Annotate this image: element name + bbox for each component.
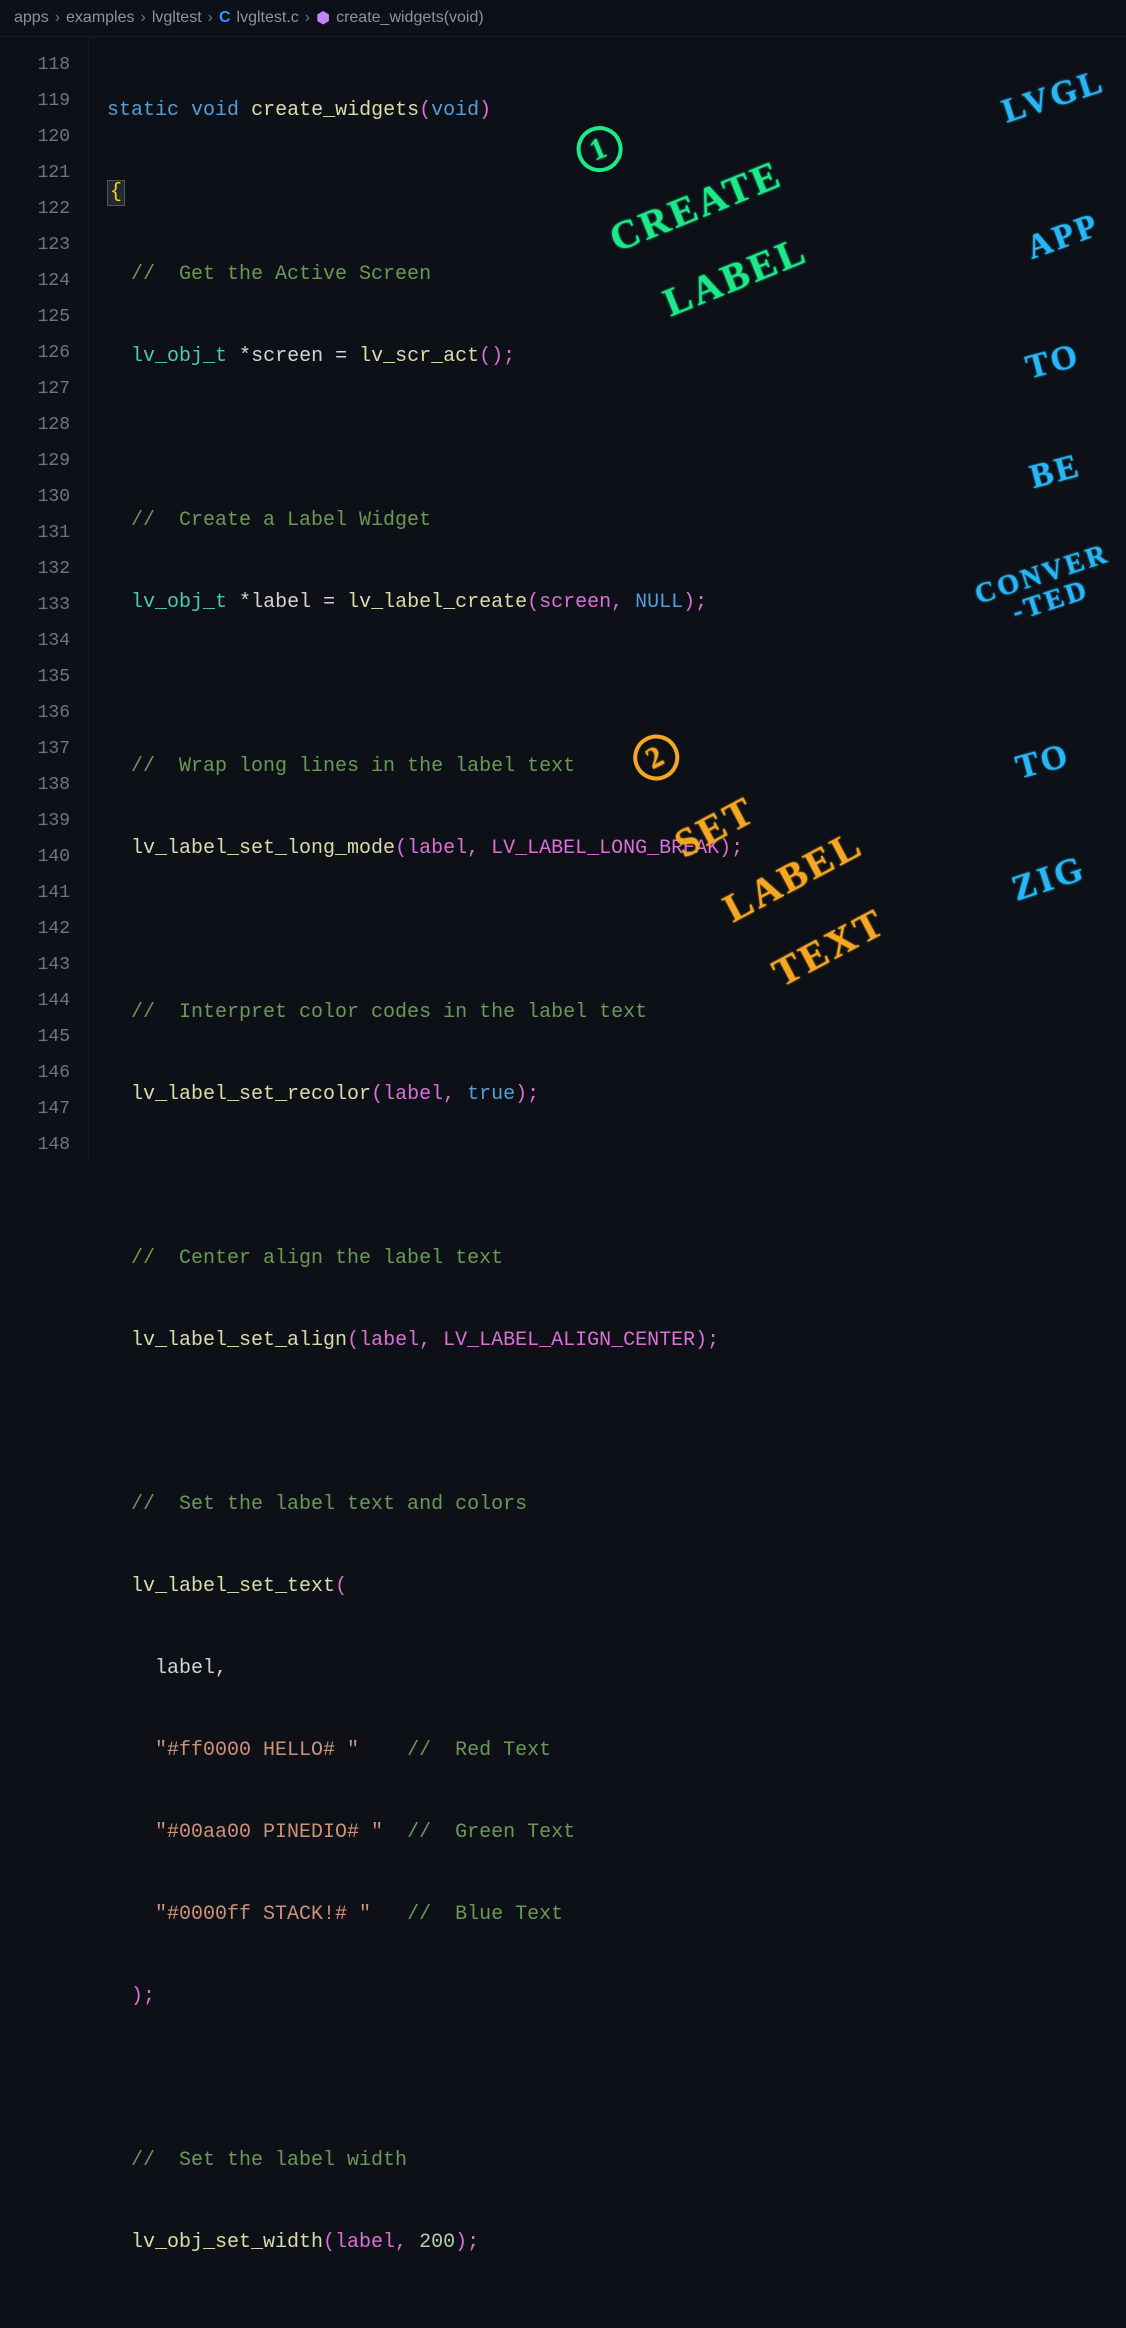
- line-number: 119: [0, 83, 88, 119]
- comment: // Center align the label text: [131, 1247, 503, 1270]
- line-number: 131: [0, 515, 88, 551]
- args: (label, LV_LABEL_LONG_BREAK);: [395, 837, 743, 860]
- identifier: screen: [251, 345, 323, 368]
- code-content[interactable]: static void create_widgets(void) { // Ge…: [88, 37, 1126, 1163]
- line-number: 140: [0, 839, 88, 875]
- code-editor[interactable]: 118 119 120 121 122 123 124 125 126 127 …: [0, 37, 1126, 1163]
- keyword: static: [107, 99, 179, 122]
- function-call: lv_obj_set_width: [131, 2231, 323, 2254]
- chevron-icon: ›: [208, 9, 213, 27]
- line-number: 135: [0, 659, 88, 695]
- number: 200: [419, 2231, 455, 2254]
- operator: =: [311, 591, 347, 614]
- breadcrumb-seg[interactable]: apps: [14, 9, 49, 27]
- comment: // Get the Active Screen: [131, 263, 431, 286]
- c-file-icon: C: [219, 9, 231, 27]
- line-number: 130: [0, 479, 88, 515]
- line-number: 121: [0, 155, 88, 191]
- args: (screen,: [527, 591, 635, 614]
- line-number: 123: [0, 227, 88, 263]
- line-number: 132: [0, 551, 88, 587]
- line-number-gutter: 118 119 120 121 122 123 124 125 126 127 …: [0, 37, 88, 1163]
- constant: NULL: [635, 591, 683, 614]
- line-number: 125: [0, 299, 88, 335]
- line-number: 126: [0, 335, 88, 371]
- breadcrumb-seg[interactable]: examples: [66, 9, 134, 27]
- comment: // Green Text: [407, 1821, 575, 1844]
- string: "#00aa00 PINEDIO# ": [155, 1821, 383, 1844]
- keyword: void: [431, 99, 479, 122]
- paren: ();: [479, 345, 515, 368]
- line-number: 145: [0, 1019, 88, 1055]
- paren: (: [335, 1575, 347, 1598]
- comment: // Set the label width: [131, 2149, 407, 2172]
- line-number: 129: [0, 443, 88, 479]
- breadcrumb-symbol[interactable]: create_widgets(void): [336, 9, 484, 27]
- args: (label,: [371, 1083, 467, 1106]
- line-number: 147: [0, 1091, 88, 1127]
- function-call: lv_label_set_text: [131, 1575, 335, 1598]
- line-number: 144: [0, 983, 88, 1019]
- paren: ): [479, 99, 491, 122]
- function-call: lv_scr_act: [359, 345, 479, 368]
- operator: =: [323, 345, 359, 368]
- keyword: void: [191, 99, 239, 122]
- identifier: label,: [155, 1657, 227, 1680]
- line-number: 134: [0, 623, 88, 659]
- line-number: 127: [0, 371, 88, 407]
- line-number: 146: [0, 1055, 88, 1091]
- type: lv_obj_t: [131, 345, 227, 368]
- line-number: 138: [0, 767, 88, 803]
- paren: (: [419, 99, 431, 122]
- string: "#0000ff STACK!# ": [155, 1903, 371, 1926]
- paren: );: [515, 1083, 539, 1106]
- line-number: 143: [0, 947, 88, 983]
- function-call: lv_label_create: [347, 591, 527, 614]
- constant: true: [467, 1083, 515, 1106]
- comment: // Set the label text and colors: [131, 1493, 527, 1516]
- line-number: 133: [0, 587, 88, 623]
- operator: *: [239, 345, 251, 368]
- comment: // Red Text: [407, 1739, 551, 1762]
- line-number: 122: [0, 191, 88, 227]
- function-call: lv_label_set_long_mode: [131, 837, 395, 860]
- line-number: 141: [0, 875, 88, 911]
- chevron-icon: ›: [141, 9, 146, 27]
- function-call: lv_label_set_align: [131, 1329, 347, 1352]
- breadcrumb[interactable]: apps › examples › lvgltest › C lvgltest.…: [0, 0, 1126, 37]
- line-number: 118: [0, 47, 88, 83]
- line-number: 142: [0, 911, 88, 947]
- chevron-icon: ›: [305, 9, 310, 27]
- line-number: 128: [0, 407, 88, 443]
- string: "#ff0000 HELLO# ": [155, 1739, 359, 1762]
- line-number: 136: [0, 695, 88, 731]
- paren: );: [131, 1985, 155, 2008]
- breadcrumb-file[interactable]: lvgltest.c: [237, 9, 299, 27]
- comment: // Blue Text: [407, 1903, 563, 1926]
- function-icon: ⬢: [316, 8, 330, 28]
- args: (label, LV_LABEL_ALIGN_CENTER);: [347, 1329, 719, 1352]
- breadcrumb-seg[interactable]: lvgltest: [152, 9, 202, 27]
- args: (label,: [323, 2231, 419, 2254]
- line-number: 139: [0, 803, 88, 839]
- identifier: label: [251, 591, 311, 614]
- operator: *: [239, 591, 251, 614]
- comment: // Create a Label Widget: [131, 509, 431, 532]
- comment: // Wrap long lines in the label text: [131, 755, 575, 778]
- function-call: lv_label_set_recolor: [131, 1083, 371, 1106]
- line-number: 124: [0, 263, 88, 299]
- comment: // Interpret color codes in the label te…: [131, 1001, 647, 1024]
- function-name: create_widgets: [251, 99, 419, 122]
- type: lv_obj_t: [131, 591, 227, 614]
- paren: );: [455, 2231, 479, 2254]
- line-number: 137: [0, 731, 88, 767]
- line-number: 120: [0, 119, 88, 155]
- chevron-icon: ›: [55, 9, 60, 27]
- paren: );: [683, 591, 707, 614]
- brace: {: [107, 180, 125, 206]
- line-number: 148: [0, 1127, 88, 1163]
